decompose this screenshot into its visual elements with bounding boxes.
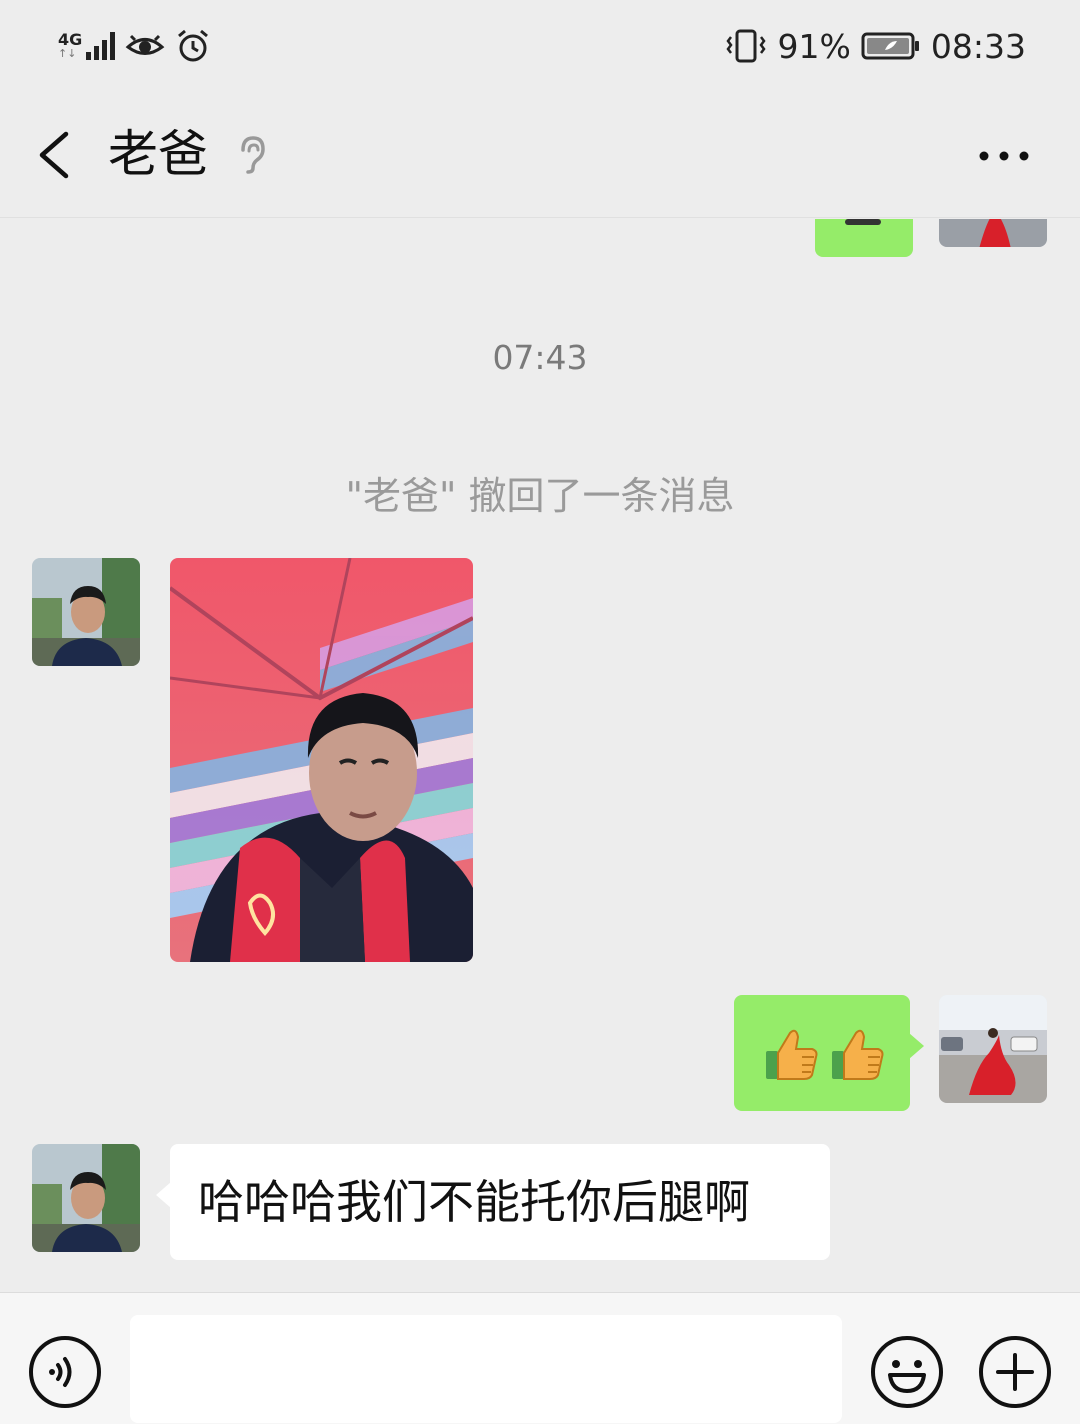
message-input[interactable] xyxy=(130,1315,842,1423)
avatar-dad[interactable] xyxy=(32,1144,140,1252)
message-text-incoming[interactable]: 哈哈哈我们不能托你后腿啊 xyxy=(156,1144,830,1260)
message-text: 哈哈哈我们不能托你后腿啊 xyxy=(198,1175,750,1229)
thumbs-up-icon xyxy=(832,1029,884,1080)
avatar-me[interactable] xyxy=(939,995,1047,1103)
back-arrow-icon[interactable] xyxy=(30,128,80,182)
timestamp: 07:43 xyxy=(492,338,588,377)
ear-icon xyxy=(241,136,265,174)
alarm-icon xyxy=(178,29,209,62)
clock: 08:33 xyxy=(930,26,1026,66)
avatar-me[interactable] xyxy=(939,219,1047,247)
chat-title: 老爸 xyxy=(108,125,208,183)
message-image-incoming[interactable] xyxy=(170,558,473,962)
plus-icon[interactable] xyxy=(978,1335,1052,1409)
thumbs-up-icon xyxy=(766,1029,818,1080)
battery-icon xyxy=(861,32,919,60)
status-bar: 4G ↑↓ 91% 08:33 xyxy=(0,0,1080,92)
chat-header: 老爸 xyxy=(0,92,1080,218)
eye-icon xyxy=(125,34,165,55)
message-image-outgoing-cropped[interactable] xyxy=(815,219,913,257)
battery-percent: 91% xyxy=(777,26,851,66)
signal-icon: 4G ↑↓ xyxy=(58,30,116,60)
message-list[interactable]: 07:43 "老爸" 撤回了一条消息 哈哈哈我们不能托你后腿啊 xyxy=(0,219,1080,1292)
avatar-dad[interactable] xyxy=(32,558,140,666)
message-emoji-outgoing[interactable] xyxy=(734,995,924,1111)
input-bar xyxy=(0,1292,1080,1424)
voice-icon[interactable] xyxy=(28,1335,102,1409)
network-type: 4G xyxy=(58,30,83,49)
more-icon[interactable] xyxy=(976,142,1032,170)
emoji-face-icon[interactable] xyxy=(870,1335,944,1409)
vibrate-icon xyxy=(725,29,766,63)
recall-notice: "老爸" 撤回了一条消息 xyxy=(345,474,735,518)
